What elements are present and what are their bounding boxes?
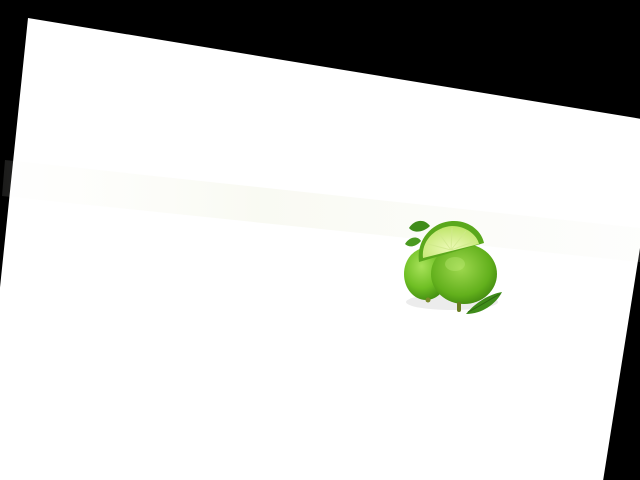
- lime-left-stem: [425, 297, 431, 303]
- lime-right-highlight: [445, 257, 465, 271]
- photo-canvas: [0, 0, 640, 480]
- photo-frame: [0, 0, 640, 480]
- lime-stem: [457, 302, 461, 312]
